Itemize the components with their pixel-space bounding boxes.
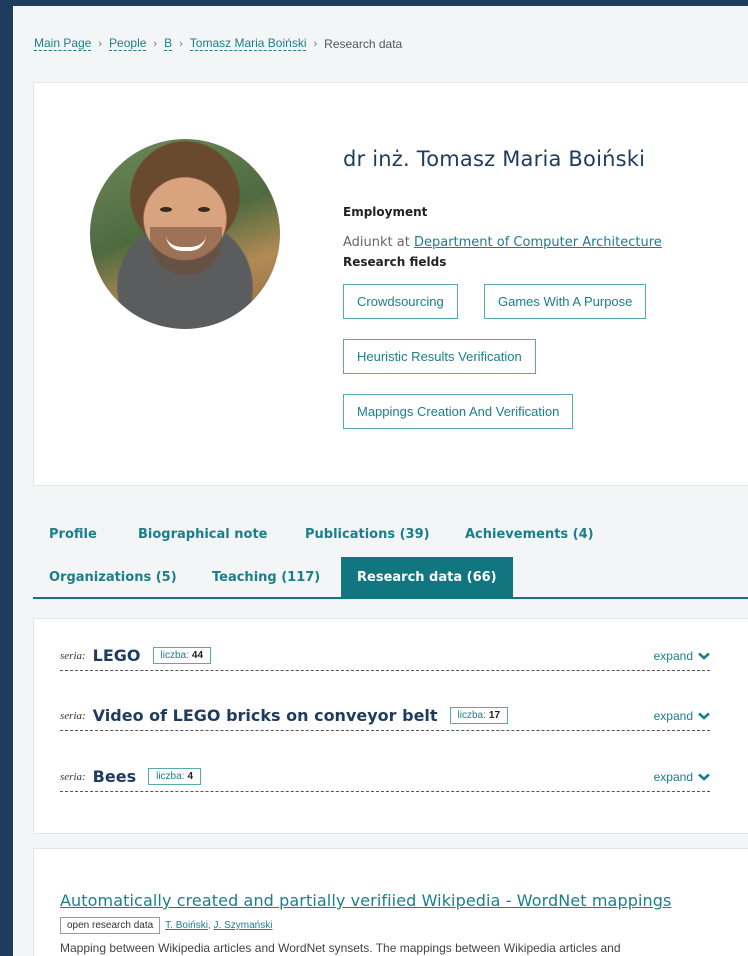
count-value: 17 — [488, 710, 501, 721]
series-title: LEGO — [92, 646, 141, 665]
employment-unit-link[interactable]: Department of Computer Architecture — [414, 235, 662, 250]
frame-corner — [718, 6, 748, 12]
count-prefix: liczba: — [156, 771, 185, 782]
dataset-title-link[interactable]: Automatically created and partially veri… — [60, 891, 671, 910]
count-value: 4 — [187, 771, 194, 782]
count-prefix: liczba: — [457, 710, 486, 721]
profile-card: dr inż. Tomasz Maria Boiński Employment … — [33, 82, 748, 486]
page-frame: Main Page › People › B › Tomasz Maria Bo… — [0, 0, 748, 956]
person-name: dr inż. Tomasz Maria Boiński — [343, 147, 646, 171]
avatar — [90, 139, 280, 329]
open-data-badge: open research data — [60, 917, 161, 934]
chevron-down-icon — [698, 712, 710, 720]
count-value: 44 — [191, 650, 204, 661]
tab-organizations[interactable]: Organizations (5) — [49, 557, 177, 597]
series-title: Video of LEGO bricks on conveyor belt — [92, 706, 438, 725]
breadcrumb-separator: › — [179, 37, 183, 50]
series-count-badge: liczba: 44 — [152, 647, 212, 664]
count-prefix: liczba: — [160, 650, 189, 661]
series-count-badge: liczba: 17 — [449, 707, 509, 724]
tab-achievements[interactable]: Achievements (4) — [465, 514, 594, 554]
expand-button[interactable]: expand — [654, 709, 710, 723]
breadcrumb-separator: › — [313, 37, 318, 50]
series-row[interactable]: seria: Bees liczba: 4 expand — [60, 762, 710, 792]
series-count-badge: liczba: 4 — [148, 768, 202, 785]
breadcrumb-people[interactable]: People — [109, 36, 147, 51]
dataset-meta: open research data T. Boiński, J. Szymań… — [60, 917, 272, 934]
research-field-tag[interactable]: Games With A Purpose — [484, 284, 647, 319]
breadcrumb-separator: › — [153, 37, 158, 50]
breadcrumb-separator: › — [98, 37, 103, 50]
expand-label: expand — [653, 708, 693, 723]
dataset-description: Mapping between Wikipedia articles and W… — [60, 941, 621, 955]
dataset-authors: T. Boiński, J. Szymański — [165, 920, 273, 931]
expand-label: expand — [653, 769, 693, 784]
series-prefix: seria: — [60, 649, 86, 662]
employment-role: Adiunkt at — [343, 235, 410, 250]
profile-tabs: Profile Biographical note Publications (… — [33, 514, 748, 604]
avatar-eye — [160, 207, 172, 212]
breadcrumb-person[interactable]: Tomasz Maria Boiński — [189, 36, 307, 51]
breadcrumb-current: Research data — [324, 36, 403, 51]
author-link[interactable]: T. Boiński — [165, 920, 208, 931]
research-fields-label: Research fields — [343, 255, 447, 269]
breadcrumb-letter[interactable]: B — [164, 36, 173, 51]
series-title: Bees — [92, 767, 137, 786]
tab-profile[interactable]: Profile — [49, 514, 97, 554]
series-row[interactable]: seria: LEGO liczba: 44 expand — [60, 641, 710, 671]
research-field-tag[interactable]: Crowdsourcing — [343, 284, 458, 319]
author-link[interactable]: J. Szymański — [214, 920, 273, 931]
tabs-underline — [33, 597, 748, 599]
series-prefix: seria: — [60, 709, 86, 722]
expand-label: expand — [653, 648, 693, 663]
series-prefix: seria: — [60, 770, 86, 783]
breadcrumb-main-page[interactable]: Main Page — [34, 36, 92, 51]
series-row[interactable]: seria: Video of LEGO bricks on conveyor … — [60, 701, 710, 731]
expand-button[interactable]: expand — [654, 770, 710, 784]
research-field-tag[interactable]: Mappings Creation And Verification — [343, 394, 574, 429]
chevron-down-icon — [698, 652, 710, 660]
research-field-tag[interactable]: Heuristic Results Verification — [343, 339, 536, 374]
employment-text: Adiunkt at Department of Computer Archit… — [343, 235, 662, 250]
tab-publications[interactable]: Publications (39) — [305, 514, 430, 554]
tab-biographical-note[interactable]: Biographical note — [138, 514, 267, 554]
chevron-down-icon — [698, 773, 710, 781]
breadcrumb: Main Page › People › B › Tomasz Maria Bo… — [34, 36, 402, 51]
expand-button[interactable]: expand — [654, 649, 710, 663]
employment-label: Employment — [343, 205, 428, 219]
tab-teaching[interactable]: Teaching (117) — [212, 557, 320, 597]
dataset-card: Automatically created and partially veri… — [33, 848, 748, 956]
avatar-eye — [198, 207, 210, 212]
tab-research-data[interactable]: Research data (66) — [341, 557, 513, 597]
series-list: seria: LEGO liczba: 44 expand seria: Vid… — [33, 618, 748, 834]
